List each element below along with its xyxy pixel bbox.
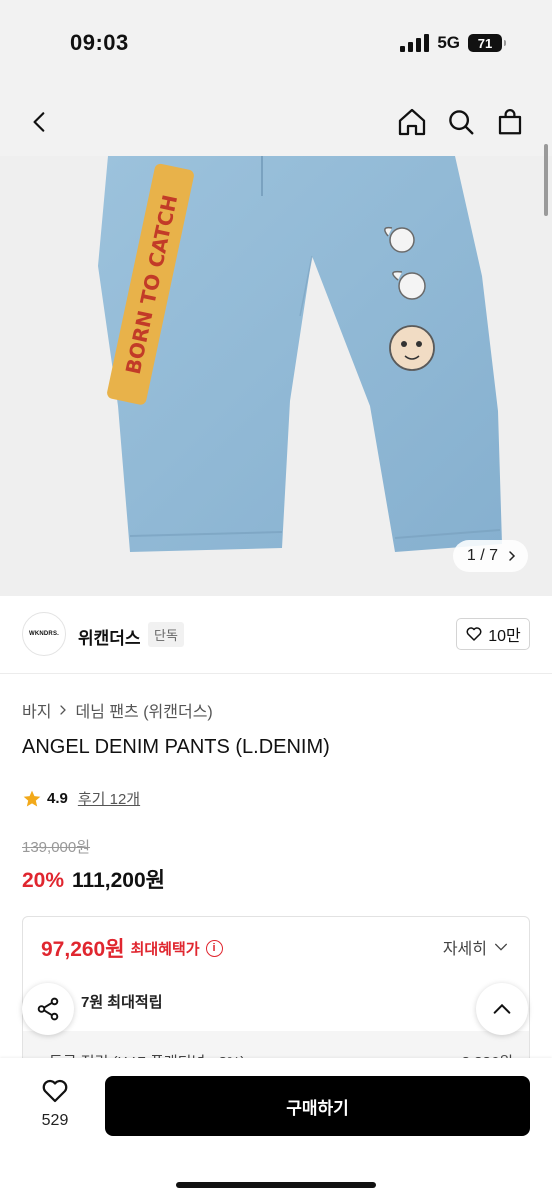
review-link[interactable]: 후기 12개 xyxy=(78,788,140,809)
max-points-text: 7원 최대적립 xyxy=(81,994,163,1011)
details-label: 자세히 xyxy=(442,941,487,958)
chevron-left-icon xyxy=(33,112,45,132)
heart-icon xyxy=(466,627,482,641)
breadcrumb-subcategory[interactable]: 데님 팬츠 (위캔더스) xyxy=(75,698,212,722)
original-price: 139,000원 xyxy=(22,839,91,856)
image-counter[interactable]: 1 / 7 xyxy=(452,540,528,572)
price-row: 20% 111,200원 xyxy=(22,864,165,894)
max-benefit-label: 최대혜택가 xyxy=(130,940,200,958)
brand-logo-text: WKNDRS. xyxy=(28,631,60,637)
max-benefit-price: 97,260원 xyxy=(41,938,125,961)
battery-level: 71 xyxy=(477,35,493,51)
status-bar: 09:03 5G 71 xyxy=(0,0,552,90)
rating-row: 4.9 후기 12개 xyxy=(22,788,140,809)
chevron-down-icon xyxy=(495,943,507,951)
back-button[interactable] xyxy=(20,102,60,142)
share-icon xyxy=(37,997,59,1021)
discount-rate: 20% xyxy=(22,869,65,892)
shopping-bag-icon xyxy=(498,109,522,135)
brand-logo[interactable]: WKNDRS. xyxy=(22,612,66,656)
cart-button[interactable] xyxy=(490,102,530,142)
brand-name[interactable]: 위캔더스 xyxy=(78,624,141,649)
search-button[interactable] xyxy=(441,102,481,142)
home-button[interactable] xyxy=(392,102,432,142)
search-icon xyxy=(449,110,474,135)
brand-like-button[interactable]: 10만 xyxy=(456,618,530,650)
heart-icon xyxy=(42,1079,68,1103)
scroll-indicator[interactable] xyxy=(544,144,548,216)
wishlist-count: 529 xyxy=(41,1112,69,1129)
battery-icon: 71 xyxy=(468,34,506,52)
wishlist-button[interactable]: 529 xyxy=(22,1076,88,1140)
buy-button[interactable]: 구매하기 xyxy=(105,1076,530,1136)
status-indicators: 5G 71 xyxy=(400,33,506,53)
breadcrumb: 바지 데님 팬츠 (위캔더스) xyxy=(22,698,213,722)
product-title: ANGEL DENIM PANTS (L.DENIM) xyxy=(22,736,330,758)
brand-row: WKNDRS. 위캔더스 단독 10만 xyxy=(0,596,552,674)
chevron-up-icon xyxy=(493,1003,511,1014)
share-button[interactable] xyxy=(22,983,74,1035)
brand-like-count: 10만 xyxy=(488,628,521,645)
home-indicator xyxy=(176,1182,376,1188)
image-counter-label: 1 / 7 xyxy=(466,547,498,564)
chevron-right-icon xyxy=(60,705,67,715)
home-icon xyxy=(398,108,426,136)
exclusive-badge: 단독 xyxy=(148,622,184,647)
signal-icon xyxy=(400,34,430,52)
sale-price: 111,200원 xyxy=(72,869,165,892)
max-benefit-header: 97,260원 최대혜택가 i xyxy=(41,933,223,963)
info-icon[interactable]: i xyxy=(205,939,223,957)
app-header xyxy=(0,90,552,156)
product-image-carousel[interactable]: BORN TO CATCH 1 / 7 xyxy=(0,156,552,596)
info-icon-glyph: i xyxy=(212,942,216,954)
breadcrumb-category[interactable]: 바지 xyxy=(22,698,51,722)
rating-value: 4.9 xyxy=(47,790,68,807)
bottom-action-bar: 529 구매하기 xyxy=(0,1058,552,1200)
details-toggle[interactable]: 자세히 xyxy=(443,935,509,959)
chevron-right-icon xyxy=(509,551,516,561)
denim-pants-image: BORN TO CATCH xyxy=(0,156,552,596)
star-icon xyxy=(23,790,41,806)
scroll-to-top-button[interactable] xyxy=(476,983,528,1035)
status-time: 09:03 xyxy=(70,30,129,55)
network-type: 5G xyxy=(437,33,460,52)
